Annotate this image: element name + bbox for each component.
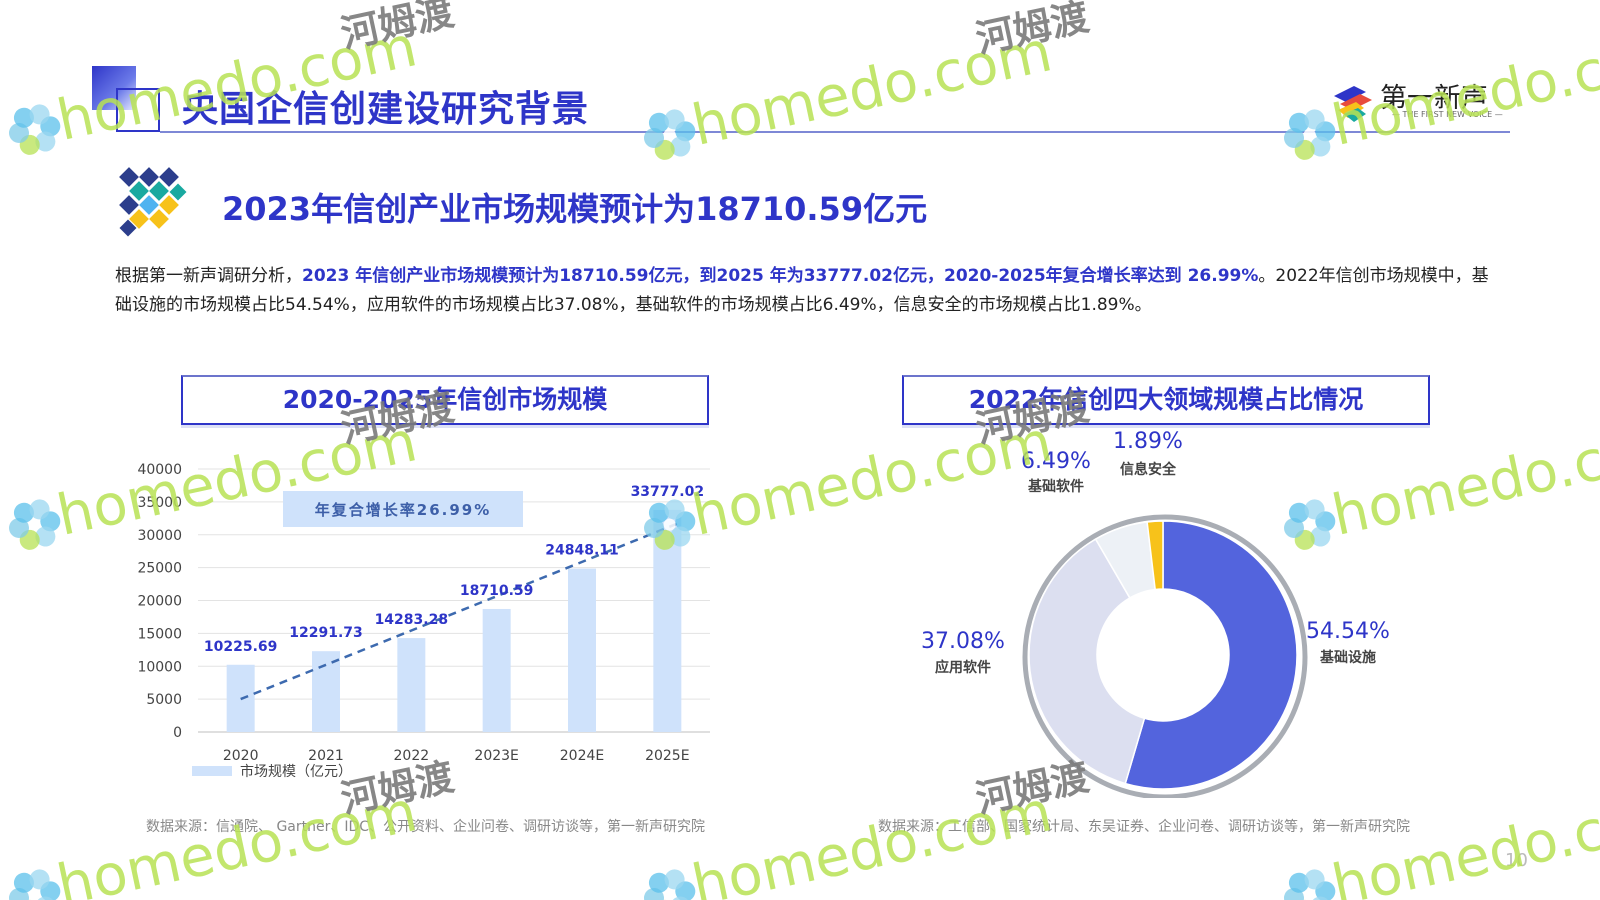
y-tick-label: 25000: [137, 561, 182, 577]
summary-highlight-2: 2020-2025年复合增长率达到 26.99%: [943, 266, 1259, 286]
header-divider: [160, 131, 1510, 133]
watermark-cn-text: 河姆渡: [337, 0, 458, 56]
watermark-flower-icon: [1283, 869, 1336, 900]
y-tick-label: 15000: [137, 626, 182, 642]
slice-percent-label: 6.49%: [1021, 449, 1091, 474]
watermark-flower-icon: [8, 104, 61, 155]
slice-percent-label: 54.54%: [1306, 619, 1390, 644]
domain-share-donut-chart: 54.54% 基础设施 37.08% 应用软件 6.49% 基础软件 1.89% 信息安全: [921, 429, 1390, 798]
watermark-flower-icon: [8, 869, 61, 900]
bar: [312, 651, 340, 732]
summary-text-1: 根据第一新声调研分析，: [115, 266, 302, 286]
bar: [653, 509, 682, 732]
diamond-cluster-icon: [119, 167, 187, 237]
y-tick-label: 40000: [137, 462, 182, 478]
x-tick-label: 2021: [308, 748, 344, 764]
slice-category-label: 信息安全: [1120, 461, 1177, 478]
legend-label: 市场规模（亿元）: [240, 763, 352, 780]
slice-percent-label: 1.89%: [1113, 429, 1183, 454]
donut-chart-source: 数据来源：工信部、国家统计局、东吴证券、企业问卷、调研访谈等，第一新声研究院: [878, 819, 1410, 835]
bar-chart-title: 2020-2025年信创市场规模: [181, 375, 709, 425]
section-subtitle: 2023年信创产业市场规模预计为18710.59亿元: [222, 190, 928, 228]
watermark-flower-icon: [643, 109, 696, 160]
bar-chart-source: 数据来源：信通院、 Gartner、IDC、公开资料、企业问卷、调研访谈等，第一…: [146, 819, 706, 835]
y-tick-label: 20000: [137, 594, 182, 610]
bar-data-label: 14283.28: [375, 612, 449, 628]
x-tick-label: 2020: [223, 748, 259, 764]
x-tick-label: 2022: [394, 748, 430, 764]
bar: [482, 608, 511, 732]
x-tick-label: 2025E: [645, 748, 689, 764]
slice-category-label: 基础软件: [1028, 478, 1084, 495]
bar-data-label: 33777.02: [631, 484, 705, 500]
watermark-text: homedo.com: [687, 19, 1058, 158]
logo-icon: [1334, 86, 1372, 122]
slice-category-label: 应用软件: [935, 659, 991, 676]
y-tick-label: 0: [173, 725, 182, 741]
watermark-flower-icon: [8, 499, 61, 550]
y-tick-label: 35000: [137, 495, 182, 511]
page-title: 央国企信创建设研究背景: [182, 89, 590, 130]
y-tick-label: 30000: [137, 528, 182, 544]
summary-paragraph: 根据第一新声调研分析，2023 年信创产业市场规模预计为18710.59亿元，到…: [115, 262, 1505, 320]
page-number: 10: [1505, 850, 1528, 871]
slice-percent-label: 37.08%: [921, 629, 1005, 654]
cagr-annotation: 年复合增长率26.99%: [315, 501, 491, 519]
bar-data-label: 12291.73: [289, 625, 363, 641]
market-size-bar-chart: 0 5000 10000 15000 20000 25000 30000 35000 40000…: [137, 462, 710, 780]
donut-chart-title: 2022年信创四大领域规模占比情况: [902, 375, 1430, 425]
header-accent-outline: [116, 88, 160, 132]
bar: [397, 638, 426, 732]
watermark-flower-icon: [643, 869, 696, 900]
summary-highlight-1: 2023 年信创产业市场规模预计为18710.59亿元，到2025 年为3377…: [302, 266, 944, 286]
logo-tagline: — THE FIRST NEW VOICE —: [1392, 110, 1503, 119]
slice-category-label: 基础设施: [1320, 649, 1376, 666]
x-tick-label: 2024E: [560, 748, 604, 764]
watermark-cn-text: 河姆渡: [972, 0, 1093, 61]
x-tick-label: 2023E: [474, 748, 518, 764]
brand-logo: 第一新声 — THE FIRST NEW VOICE —: [1330, 76, 1520, 126]
bar-data-label: 10225.69: [204, 639, 278, 655]
bar-data-label: 24848.11: [545, 543, 619, 559]
y-tick-label: 10000: [137, 659, 182, 675]
bar-data-label: 18710.59: [460, 583, 534, 599]
watermark-tile: homedo.com河姆渡: [643, 0, 1093, 160]
bar: [568, 568, 596, 732]
y-tick-label: 5000: [146, 692, 182, 708]
legend-swatch: [192, 766, 232, 776]
